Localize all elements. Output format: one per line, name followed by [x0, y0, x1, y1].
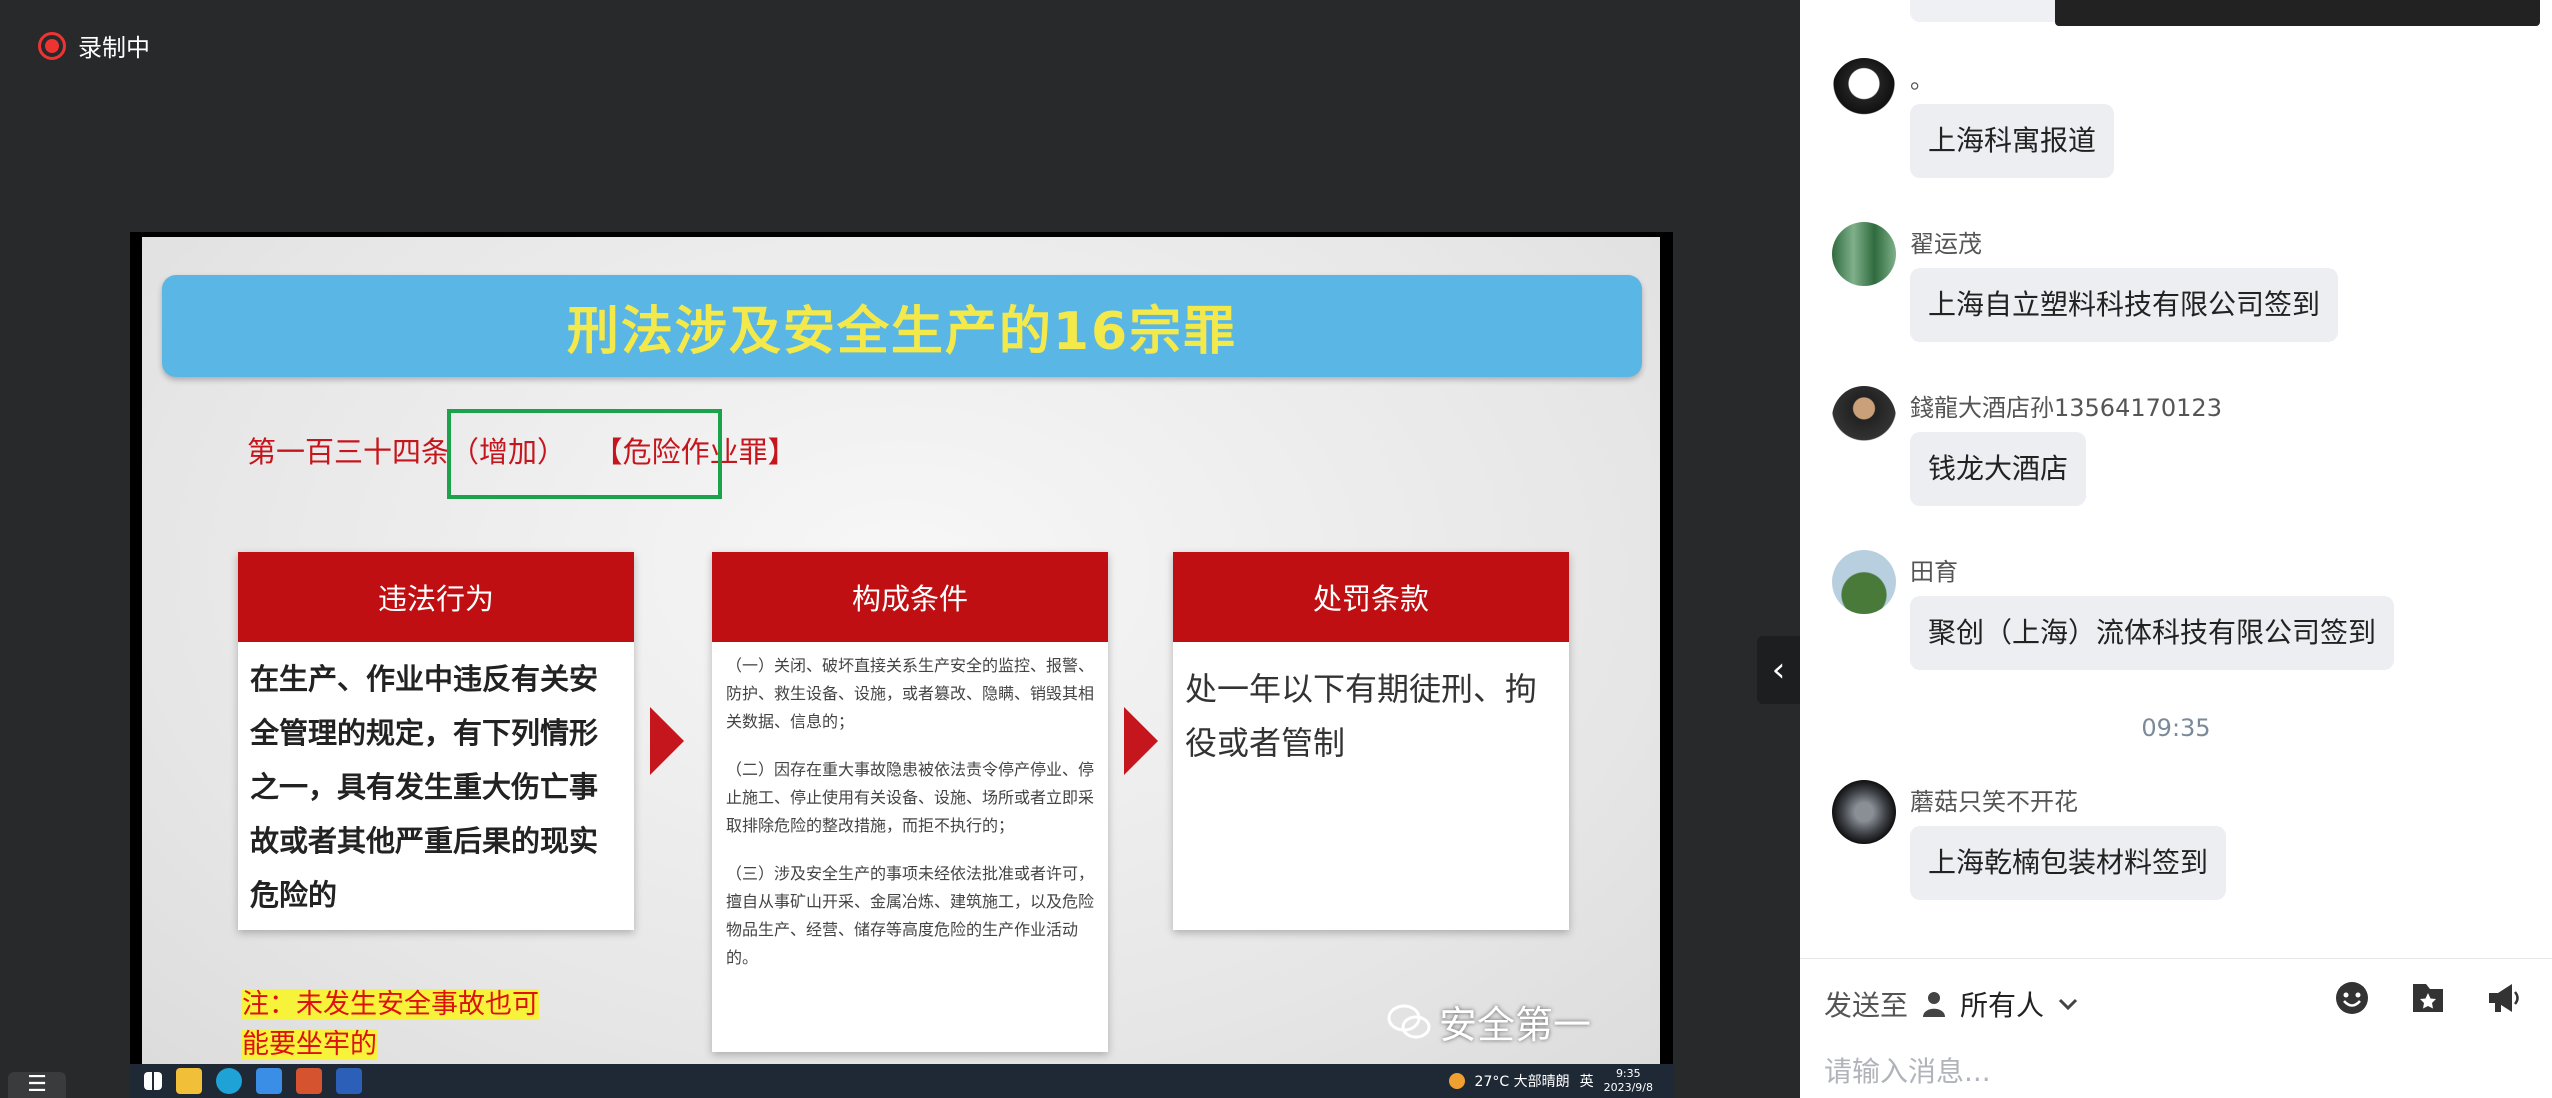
- avatar[interactable]: [1832, 58, 1896, 122]
- recording-label: 录制中: [78, 34, 150, 62]
- condition-2: （二）因存在重大事故隐患被依法责令停产停业、停止施工、停止使用有关设备、设施、场…: [726, 760, 1095, 835]
- list-icon[interactable]: ☰: [8, 1072, 66, 1098]
- slide-note: 注：未发生安全事故也可 能要坐牢的: [242, 985, 539, 1064]
- note-line-1: 注：未发生安全事故也可: [242, 989, 539, 1020]
- notification-toast: [2055, 0, 2540, 26]
- message-input[interactable]: 请输入消息...: [1824, 1050, 1991, 1090]
- arrow-right-icon: [650, 707, 684, 775]
- message-bubble: 钱龙大酒店: [1910, 432, 2087, 506]
- card-body: （一）关闭、破坏直接关系生产安全的监控、报警、防护、救生设备、设施，或者篡改、隐…: [712, 642, 1108, 1002]
- message-sender: 田育: [1910, 558, 1958, 586]
- slide-banner: 刑法涉及安全生产的16宗罪: [162, 275, 1642, 377]
- card-body: 处一年以下有期徒刑、拘役或者管制: [1185, 670, 1538, 762]
- megaphone-icon[interactable]: [2486, 980, 2522, 1016]
- send-to-selector[interactable]: 发送至 所有人: [1824, 984, 2078, 1024]
- language-indicator[interactable]: 英: [1580, 1071, 1594, 1091]
- avatar[interactable]: [1832, 222, 1896, 286]
- message-sender: 翟运茂: [1910, 230, 1982, 258]
- windows-taskbar: 27°C 大部晴朗 英 9:35 2023/9/8: [130, 1064, 1673, 1098]
- weather-icon: [1448, 1073, 1465, 1089]
- word-icon[interactable]: [336, 1068, 362, 1094]
- message-sender: 錢龍大酒店孙13564170123: [1910, 394, 2222, 422]
- note-line-2: 能要坐牢的: [242, 1029, 377, 1060]
- person-icon: [1923, 992, 1946, 1017]
- powerpoint-icon[interactable]: [296, 1068, 322, 1094]
- recording-indicator: 录制中: [38, 28, 150, 63]
- violation-card: 违法行为 在生产、作业中违反有关安全管理的规定，有下列情形之一，具有发生重大伤亡…: [238, 552, 634, 930]
- message-bubble: 上海乾楠包装材料签到: [1910, 826, 2227, 900]
- message-sender: 蘑菇只笑不开花: [1910, 788, 2078, 816]
- message-sender: 。: [1910, 66, 1934, 94]
- avatar[interactable]: [1832, 780, 1896, 844]
- recipient-value: 所有人: [1960, 989, 2045, 1022]
- windows-start-icon[interactable]: [144, 1072, 162, 1090]
- system-tray: 27°C 大部晴朗 英 9:35 2023/9/8: [1448, 1064, 1653, 1098]
- watermark-text: 安全第一: [1439, 1003, 1592, 1047]
- conditions-card: 构成条件 （一）关闭、破坏直接关系生产安全的监控、报警、防护、救生设备、设施，或…: [712, 552, 1108, 1052]
- highlight-box: [447, 409, 722, 499]
- divider: [1800, 958, 2552, 959]
- arrow-right-icon: [1124, 707, 1158, 775]
- clock-date: 2023/9/8: [1603, 1081, 1653, 1094]
- slide: 刑法涉及安全生产的16宗罪 第一百三十四条（增加） 【危险作业罪】 违法行为 在…: [142, 237, 1660, 1064]
- edge-icon[interactable]: [216, 1068, 242, 1094]
- send-to-label: 发送至: [1824, 989, 1909, 1022]
- clock-time: 9:35: [1615, 1067, 1641, 1080]
- weather-text: 27°C 大部晴朗: [1474, 1074, 1570, 1090]
- chat-panel: 。 上海科寓报道 翟运茂 上海自立塑料科技有限公司签到 錢龍大酒店孙135641…: [1800, 0, 2552, 1098]
- video-area: 录制中 刑法涉及安全生产的16宗罪 第一百三十四条（增加） 【危险作业罪】 违法…: [0, 0, 1811, 1098]
- chevron-left-icon[interactable]: ‹: [1757, 636, 1800, 704]
- watermark: 安全第一: [1387, 994, 1591, 1049]
- chat-timestamp: 09:35: [2141, 714, 2211, 742]
- card-header: 违法行为: [238, 552, 634, 642]
- condition-1: （一）关闭、破坏直接关系生产安全的监控、报警、防护、救生设备、设施，或者篡改、隐…: [726, 656, 1095, 731]
- card-body: 在生产、作业中违反有关安全管理的规定，有下列情形之一，具有发生重大伤亡事故或者其…: [250, 662, 599, 912]
- record-icon: [38, 31, 66, 60]
- emoji-icon[interactable]: [2334, 980, 2370, 1016]
- message-bubble: 上海科寓报道: [1910, 104, 2115, 178]
- favorite-icon[interactable]: [2410, 980, 2446, 1016]
- avatar[interactable]: [1832, 386, 1896, 450]
- clock[interactable]: 9:35 2023/9/8: [1604, 1067, 1653, 1095]
- condition-3: （三）涉及安全生产的事项未经依法批准或者许可，擅自从事矿山开采、金属冶炼、建筑施…: [726, 864, 1095, 967]
- chevron-down-icon: [2058, 998, 2078, 1011]
- chat-toolbar: [2334, 980, 2522, 1016]
- slide-title: 刑法涉及安全生产的16宗罪: [566, 301, 1238, 362]
- penalty-card: 处罚条款 处一年以下有期徒刑、拘役或者管制: [1173, 552, 1569, 930]
- message-bubble: 聚创（上海）流体科技有限公司签到: [1910, 596, 2395, 670]
- avatar[interactable]: [1832, 550, 1896, 614]
- photos-icon[interactable]: [256, 1068, 282, 1094]
- card-header: 处罚条款: [1173, 552, 1569, 642]
- message-bubble: 上海自立塑料科技有限公司签到: [1910, 268, 2339, 342]
- wechat-icon: [1387, 1004, 1431, 1038]
- card-header: 构成条件: [712, 552, 1108, 642]
- folder-icon[interactable]: [176, 1068, 202, 1094]
